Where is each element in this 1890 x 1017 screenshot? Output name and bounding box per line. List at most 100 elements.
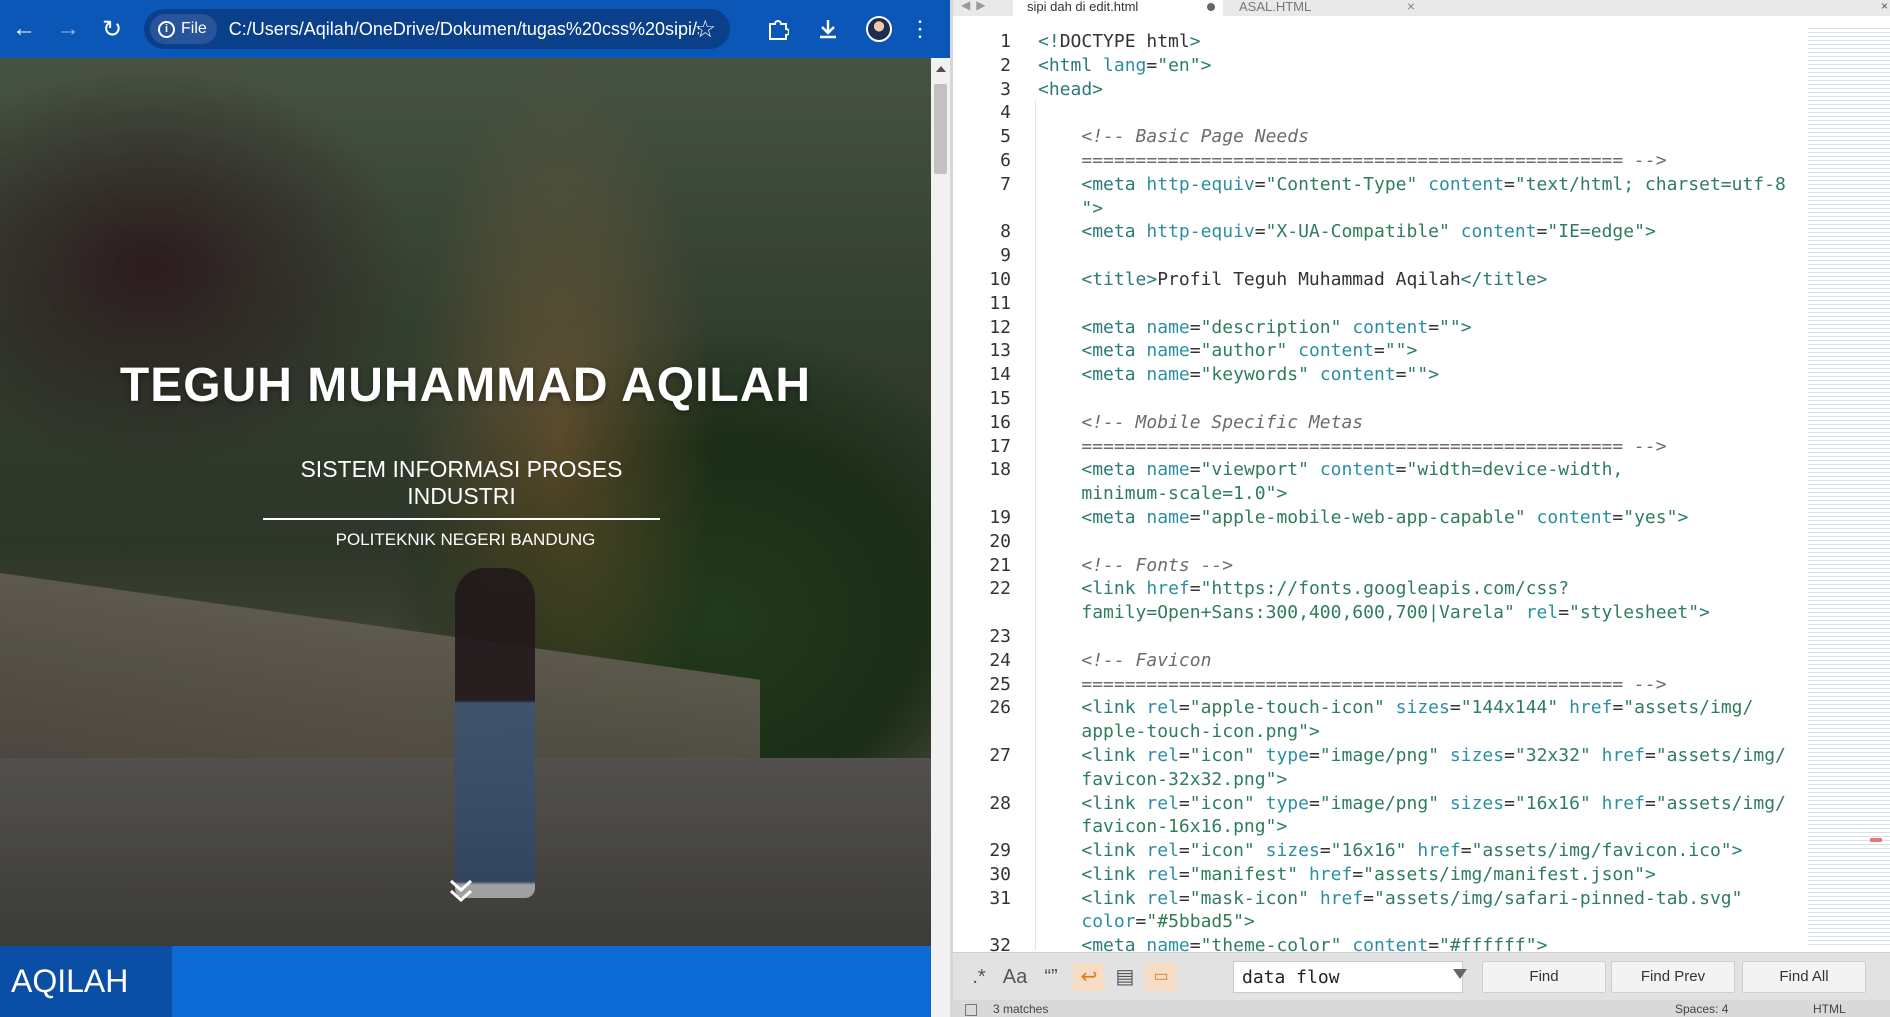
- find-prev-button[interactable]: Find Prev: [1611, 961, 1735, 993]
- code-token: Profil Teguh Muhammad Aqilah: [1157, 268, 1461, 290]
- find-history-dropdown-icon[interactable]: [1453, 969, 1467, 979]
- code-token: "manifest": [1189, 863, 1299, 885]
- code-token: content: [1460, 221, 1537, 243]
- code-line[interactable]: <meta name="author" content="">: [1038, 339, 1758, 363]
- code-token: "16x16": [1514, 792, 1591, 814]
- case-sensitive-toggle[interactable]: Aa: [999, 963, 1031, 991]
- find-input[interactable]: [1233, 961, 1463, 993]
- code-token: =: [1504, 792, 1515, 814]
- syntax-setting[interactable]: HTML: [1813, 1002, 1846, 1016]
- panel-toggle-icon[interactable]: [965, 1004, 977, 1016]
- code-line[interactable]: <link rel="icon" type="image/png" sizes=…: [1038, 744, 1786, 768]
- code-token: "": [1439, 316, 1461, 338]
- regex-toggle[interactable]: .*: [963, 963, 995, 991]
- close-icon[interactable]: ×: [1881, 0, 1888, 13]
- code-token: <title>: [1081, 268, 1158, 290]
- code-line[interactable]: <!-- Mobile Specific Metas: [1038, 411, 1758, 435]
- indentation-setting[interactable]: Spaces: 4: [1675, 1002, 1728, 1016]
- scroll-up-arrow-icon[interactable]: [936, 66, 946, 72]
- code-line[interactable]: ========================================…: [1038, 435, 1758, 459]
- code-line[interactable]: <meta http-equiv="X-UA-Compatible" conte…: [1038, 220, 1758, 244]
- code-line[interactable]: <meta name="viewport" content="width=dev…: [1038, 458, 1758, 482]
- code-line[interactable]: <!-- Favicon: [1038, 649, 1758, 673]
- code-line[interactable]: <meta name="description" content="">: [1038, 316, 1758, 340]
- close-icon[interactable]: ×: [1407, 0, 1415, 13]
- code-area[interactable]: <!DOCTYPE html> <html lang="en"> <head> <!…: [1038, 30, 1786, 958]
- back-arrow-icon[interactable]: ←: [4, 9, 44, 49]
- forward-arrow-icon[interactable]: →: [48, 9, 88, 49]
- find-button[interactable]: Find: [1482, 961, 1606, 993]
- code-line[interactable]: <link rel="manifest" href="assets/img/ma…: [1038, 863, 1758, 887]
- page-scrollbar[interactable]: [931, 58, 950, 1017]
- code-line[interactable]: favicon-16x16.png">: [1038, 815, 1758, 839]
- code-line[interactable]: <title>Profil Teguh Muhammad Aqilah</tit…: [1038, 268, 1758, 292]
- url-text[interactable]: C:/Users/Aqilah/OneDrive/Dokumen/tugas%2…: [229, 19, 699, 40]
- code-line[interactable]: <link rel="icon" sizes="16x16" href="ass…: [1038, 839, 1758, 863]
- wrap-toggle-icon[interactable]: ↩: [1073, 963, 1105, 991]
- code-line[interactable]: <!DOCTYPE html>: [1038, 30, 1758, 54]
- code-line[interactable]: <meta name="keywords" content="">: [1038, 363, 1758, 387]
- code-token: =: [1178, 840, 1190, 862]
- code-line[interactable]: family=Open+Sans:300,400,600,700|Varela"…: [1038, 601, 1758, 625]
- minimap[interactable]: [1808, 28, 1890, 948]
- code-line[interactable]: [1038, 101, 1758, 125]
- address-bar[interactable]: i File C:/Users/Aqilah/OneDrive/Dokumen/…: [144, 9, 730, 49]
- reload-icon[interactable]: ↻: [92, 9, 132, 49]
- code-line[interactable]: <link rel="icon" type="image/png" sizes=…: [1038, 792, 1786, 816]
- tab-sipi-dah-di-edit[interactable]: sipi dah di edit.html: [1013, 0, 1223, 16]
- scrollbar-thumb[interactable]: [934, 84, 947, 174]
- code-line[interactable]: [1038, 530, 1758, 554]
- code-line[interactable]: [1038, 292, 1758, 316]
- highlight-matches-toggle-icon[interactable]: ▭: [1145, 963, 1177, 991]
- code-token: =: [1558, 602, 1570, 624]
- code-line[interactable]: [1038, 387, 1758, 411]
- code-line[interactable]: <link href="https://fonts.googleapis.com…: [1038, 577, 1758, 601]
- code-token: content: [1352, 316, 1429, 338]
- code-line[interactable]: <link rel="mask-icon" href="assets/img/s…: [1038, 887, 1758, 911]
- code-line[interactable]: favicon-32x32.png">: [1038, 768, 1758, 792]
- download-icon[interactable]: [808, 9, 848, 49]
- site-info-chip[interactable]: i File: [150, 14, 217, 44]
- code-line[interactable]: <!-- Basic Page Needs: [1038, 125, 1758, 149]
- code-line[interactable]: <head>: [1038, 78, 1758, 102]
- code-line[interactable]: <meta http-equiv="Content-Type" content=…: [1038, 173, 1785, 197]
- profile-avatar[interactable]: [866, 16, 892, 42]
- code-token: =: [1189, 316, 1201, 338]
- code-line[interactable]: [1038, 244, 1758, 268]
- code-token: rel: [1146, 792, 1179, 814]
- code-token: "icon": [1189, 792, 1255, 814]
- code-line[interactable]: color="#5bbad5">: [1038, 910, 1758, 934]
- extensions-icon[interactable]: [758, 9, 798, 49]
- in-selection-toggle-icon[interactable]: ▤: [1109, 963, 1141, 991]
- code-line[interactable]: <link rel="apple-touch-icon" sizes="144x…: [1038, 696, 1758, 720]
- star-icon[interactable]: ☆: [694, 15, 716, 44]
- tab-asal-html[interactable]: ASAL.HTML ×: [1223, 0, 1423, 16]
- code-token: <!-- Mobile Specific Metas: [1081, 411, 1364, 433]
- code-line[interactable]: <meta name="apple-mobile-web-app-capable…: [1038, 506, 1758, 530]
- code-token: "text/html; charset=utf-8: [1514, 173, 1786, 195]
- find-all-button[interactable]: Find All: [1742, 961, 1866, 993]
- whole-word-toggle[interactable]: “”: [1035, 963, 1067, 991]
- code-line[interactable]: [1038, 625, 1758, 649]
- scroll-down-chevron-icon[interactable]: [448, 876, 474, 906]
- code-line[interactable]: apple-touch-icon.png">: [1038, 720, 1758, 744]
- code-line[interactable]: <!-- Fonts -->: [1038, 554, 1758, 578]
- code-line[interactable]: ">: [1038, 197, 1758, 221]
- code-line[interactable]: <html lang="en">: [1038, 54, 1758, 78]
- tab-nav-arrows-icon[interactable]: ◀▶: [961, 0, 991, 12]
- code-line[interactable]: minimum-scale=1.0">: [1038, 482, 1758, 506]
- code-token: =: [1352, 863, 1364, 885]
- site-brand[interactable]: AQILAH: [0, 946, 172, 1017]
- unsaved-dot-icon[interactable]: [1207, 3, 1215, 11]
- code-line[interactable]: ========================================…: [1038, 673, 1758, 697]
- code-token: >: [1644, 221, 1656, 243]
- code-token: <!-- Fonts -->: [1081, 554, 1234, 576]
- kebab-menu-icon[interactable]: ⋮: [900, 9, 940, 49]
- code-line[interactable]: ========================================…: [1038, 149, 1758, 173]
